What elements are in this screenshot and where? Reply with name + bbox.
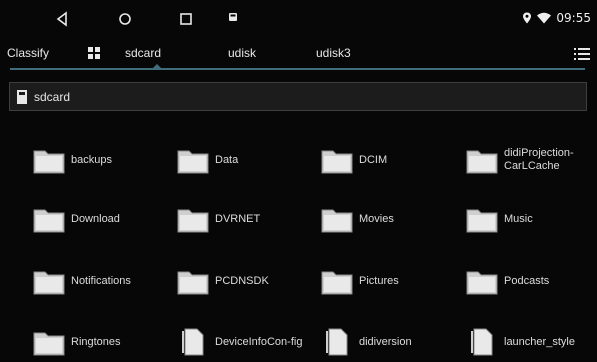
active-tab-indicator xyxy=(153,64,161,68)
folder-icon xyxy=(177,150,209,174)
folder-item[interactable]: Pictures xyxy=(321,261,449,301)
clock: 09:55 xyxy=(556,11,591,25)
home-icon[interactable] xyxy=(113,8,137,30)
item-label: Podcasts xyxy=(504,274,550,287)
folder-icon xyxy=(466,150,498,174)
folder-item[interactable]: DCIM xyxy=(321,140,449,180)
file-item[interactable]: DeviceInfoCon-fig xyxy=(177,322,305,362)
folder-item[interactable]: Data xyxy=(177,140,305,180)
item-label: Notifications xyxy=(71,274,131,287)
item-label: PCDNSDK xyxy=(215,274,269,287)
storage-tabs: Classify sdcard udisk udisk3 xyxy=(0,38,597,68)
path-bar[interactable]: sdcard xyxy=(9,82,587,111)
sdcard-icon xyxy=(17,90,27,104)
folder-icon xyxy=(466,209,498,233)
folder-icon xyxy=(466,271,498,295)
item-label: didiversion xyxy=(359,335,412,348)
item-label: DCIM xyxy=(359,153,388,166)
folder-item[interactable]: Download xyxy=(33,199,161,239)
tab-sdcard[interactable]: sdcard xyxy=(125,46,161,60)
folder-icon xyxy=(177,209,209,233)
tab-udisk[interactable]: udisk xyxy=(228,46,256,60)
item-label: DVRNET xyxy=(215,212,261,225)
status-bar: 09:55 xyxy=(0,0,597,38)
file-icon xyxy=(471,328,493,356)
item-label: Ringtones xyxy=(71,335,121,348)
folder-item[interactable]: Podcasts xyxy=(466,261,594,301)
folder-icon xyxy=(33,271,65,295)
folder-icon xyxy=(33,150,65,174)
notification-icon xyxy=(229,13,237,21)
item-label: didiProjection-CarLCache xyxy=(504,147,574,172)
tab-classify[interactable]: Classify xyxy=(7,46,49,60)
folder-item[interactable]: backups xyxy=(33,140,161,180)
folder-item[interactable]: Ringtones xyxy=(33,322,161,362)
folder-item[interactable]: Music xyxy=(466,199,594,239)
tab-udisk3[interactable]: udisk3 xyxy=(316,46,351,60)
folder-item[interactable]: didiProjection-CarLCache xyxy=(466,140,594,180)
list-view-icon[interactable] xyxy=(574,46,590,62)
file-icon xyxy=(326,328,348,356)
item-label: Data xyxy=(215,153,239,166)
tab-underline xyxy=(10,68,585,70)
folder-icon xyxy=(321,209,353,233)
path-label: sdcard xyxy=(34,90,71,104)
folder-item[interactable]: Notifications xyxy=(33,261,161,301)
folder-item[interactable]: DVRNET xyxy=(177,199,305,239)
item-label: DeviceInfoCon-fig xyxy=(215,335,303,348)
item-label: Download xyxy=(71,212,120,225)
file-item[interactable]: didiversion xyxy=(321,322,449,362)
item-label: backups xyxy=(71,153,112,166)
folder-icon xyxy=(33,209,65,233)
grid-view-icon[interactable] xyxy=(88,47,100,59)
item-label: Movies xyxy=(359,212,394,225)
recents-icon[interactable] xyxy=(174,8,198,30)
folder-icon xyxy=(321,271,353,295)
location-icon xyxy=(523,12,532,24)
item-label: launcher_style xyxy=(504,335,575,348)
folder-icon xyxy=(321,150,353,174)
folder-icon xyxy=(177,271,209,295)
folder-item[interactable]: Movies xyxy=(321,199,449,239)
item-label: Music xyxy=(504,212,533,225)
item-label: Pictures xyxy=(359,274,399,287)
wifi-icon xyxy=(537,12,552,24)
file-item[interactable]: launcher_style xyxy=(466,322,594,362)
file-icon xyxy=(182,328,204,356)
folder-item[interactable]: PCDNSDK xyxy=(177,261,305,301)
status-indicators: 09:55 xyxy=(522,11,591,25)
folder-icon xyxy=(33,332,65,356)
back-icon[interactable] xyxy=(50,8,74,30)
